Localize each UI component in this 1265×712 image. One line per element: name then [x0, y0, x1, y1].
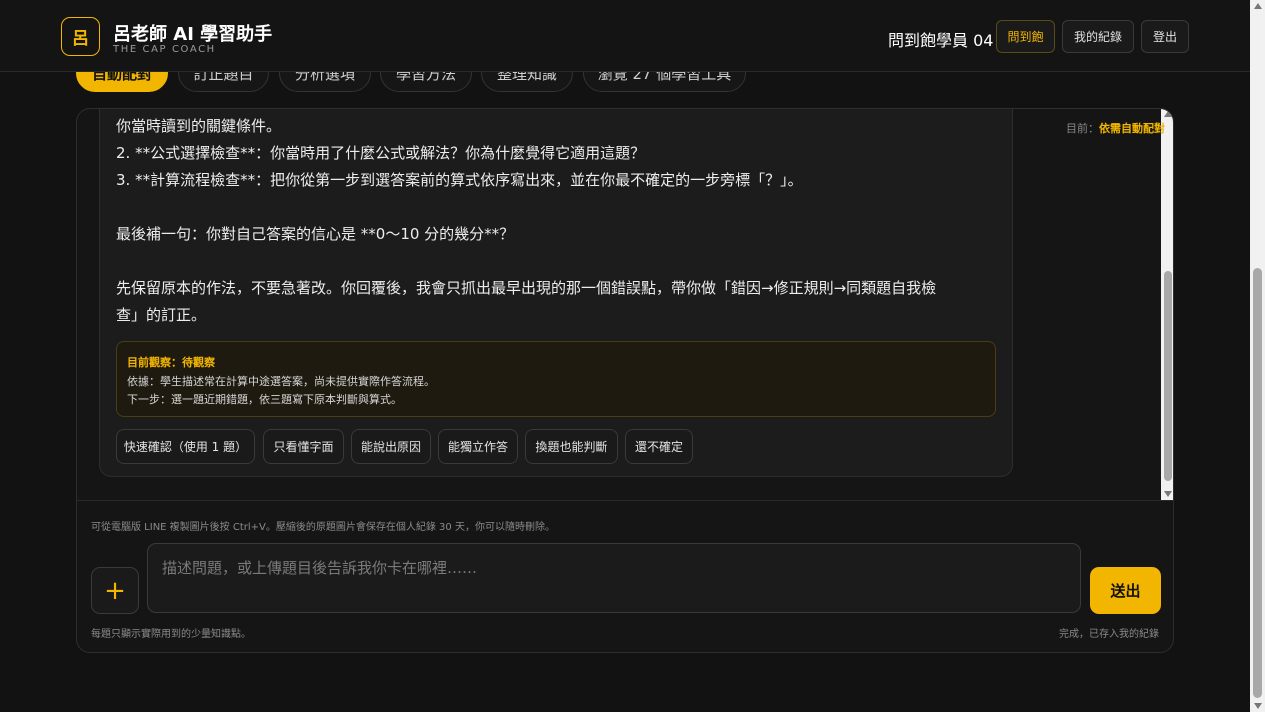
page-scroll-down-arrow-icon[interactable]: [1254, 703, 1262, 709]
message-line: 3. **計算流程檢查**：把你從第一步到選答案前的算式依序寫出來，並在你最不確…: [116, 171, 803, 189]
observation-box: 目前觀察：待觀察 依據：學生描述常在計算中途選答案，尚未提供實際作答流程。 下一…: [116, 341, 996, 417]
upload-plus-button[interactable]: +: [91, 567, 139, 614]
question-input-box[interactable]: [147, 543, 1081, 613]
scroll-up-arrow-icon[interactable]: [1164, 111, 1172, 117]
quick-reply-quick-check[interactable]: 快速確認（使用 1 題）: [116, 429, 255, 464]
logout-button[interactable]: 登出: [1141, 20, 1189, 53]
chat-panel: 你當時讀到的關鍵條件。 2. **公式選擇檢查**：你當時用了什麼公式或解法？你…: [76, 108, 1174, 653]
top-header: 呂 呂老師 AI 學習助手 THE CAP COACH 問到飽學員 04 問到飽…: [0, 0, 1250, 72]
save-status: 完成，已存入我的紀錄: [1059, 629, 1159, 640]
chat-messages[interactable]: 你當時讀到的關鍵條件。 2. **公式選擇檢查**：你當時用了什麼公式或解法？你…: [77, 109, 1161, 500]
assistant-message: 你當時讀到的關鍵條件。 2. **公式選擇檢查**：你當時用了什麼公式或解法？你…: [99, 109, 1013, 477]
page-scrollbar[interactable]: [1250, 0, 1265, 712]
quick-reply-unsure[interactable]: 還不確定: [625, 429, 693, 464]
app-subtitle: THE CAP COACH: [113, 44, 216, 55]
observation-title: 目前觀察：待觀察: [127, 356, 215, 369]
scroll-down-arrow-icon[interactable]: [1164, 491, 1172, 497]
message-line: 最後補一句：你對自己答案的信心是 **0～10 分的幾分**？: [116, 225, 515, 243]
quick-reply-literal[interactable]: 只看懂字面: [263, 429, 344, 464]
mode-status: 目前：依需自動配對: [1066, 122, 1165, 135]
observation-next: 下一步：選一題近期錯題，依三題寫下原本判斷與算式。: [127, 393, 402, 406]
paste-hint: 可從電腦版 LINE 複製圖片後按 Ctrl+V。壓縮後的原題圖片會保存在個人紀…: [91, 522, 555, 533]
my-records-button[interactable]: 我的紀錄: [1062, 20, 1134, 53]
plus-icon: +: [104, 575, 126, 606]
chat-scrollbar[interactable]: [1161, 109, 1173, 500]
quick-reply-explain-reason[interactable]: 能說出原因: [351, 429, 431, 464]
app-title: 呂老師 AI 學習助手: [113, 24, 273, 45]
quick-reply-independent[interactable]: 能獨立作答: [438, 429, 518, 464]
knowledge-hint: 每題只顯示實際用到的少量知識點。: [91, 629, 251, 640]
message-line: 你當時讀到的關鍵條件。: [116, 117, 282, 135]
user-name: 問到飽學員 04: [888, 31, 994, 50]
quick-reply-transfer[interactable]: 換題也能判斷: [525, 429, 618, 464]
page-scrollbar-thumb[interactable]: [1253, 268, 1262, 698]
question-input[interactable]: [148, 544, 1080, 612]
message-line: 查」的訂正。: [116, 306, 207, 324]
chat-scrollbar-thumb[interactable]: [1164, 271, 1172, 481]
observation-basis: 依據：學生描述常在計算中途選答案，尚未提供實際作答流程。: [127, 375, 435, 388]
logo[interactable]: 呂: [61, 17, 100, 56]
unlimited-plan-button[interactable]: 問到飽: [996, 20, 1055, 53]
message-line: 先保留原本的作法，不要急著改。你回覆後，我會只抓出最早出現的那一個錯誤點，帶你做…: [116, 279, 937, 297]
page-scroll-up-arrow-icon[interactable]: [1254, 3, 1262, 9]
composer-divider: [77, 500, 1173, 501]
send-button[interactable]: 送出: [1090, 567, 1161, 614]
message-line: 2. **公式選擇檢查**：你當時用了什麼公式或解法？你為什麼覺得它適用這題？: [116, 144, 646, 162]
